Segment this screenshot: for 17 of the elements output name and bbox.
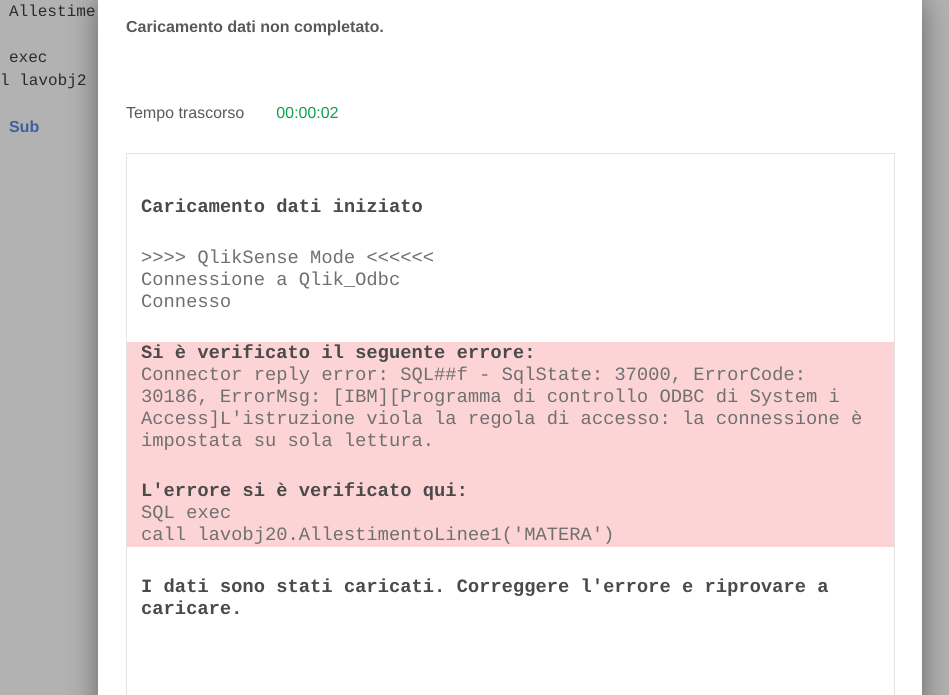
log-line: call lavobj20.AllestimentoLinee1('MATERA') xyxy=(141,524,616,546)
dialog-title: Caricamento dati non completato. xyxy=(126,18,384,38)
elapsed-time-value: 00:00:02 xyxy=(276,104,339,124)
log-heading: Si è verificato il seguente errore: xyxy=(141,342,536,364)
log-heading: I dati sono stati caricati. Correggere l'errore e riprovare a caricare. xyxy=(141,576,830,620)
code-keyword: Sub xyxy=(8,118,40,138)
elapsed-time-label: Tempo trascorso xyxy=(126,104,244,124)
log-line: >>>> QlikSense Mode <<<<<< xyxy=(141,247,436,269)
code-line: l lavobj2 xyxy=(0,71,86,92)
code-line: exec xyxy=(8,48,48,69)
log-heading: Caricamento dati iniziato xyxy=(141,196,424,218)
log-line: Connesso xyxy=(141,291,232,313)
log-line: SQL exec xyxy=(141,502,232,524)
log-line: Connector reply error: SQL##f - SqlState: 37000, ErrorCode: 30186, ErrorMsg: [IBM][Programma di controllo ODBC di System i Access]L'istruzione viola la regola di accesso: la connessione è impostata su sola lettura. xyxy=(141,364,864,452)
code-line: Allestime xyxy=(8,2,96,23)
log-line: Connessione a Qlik_Odbc xyxy=(141,269,402,291)
log-heading: L'errore si è verificato qui: xyxy=(141,480,469,502)
